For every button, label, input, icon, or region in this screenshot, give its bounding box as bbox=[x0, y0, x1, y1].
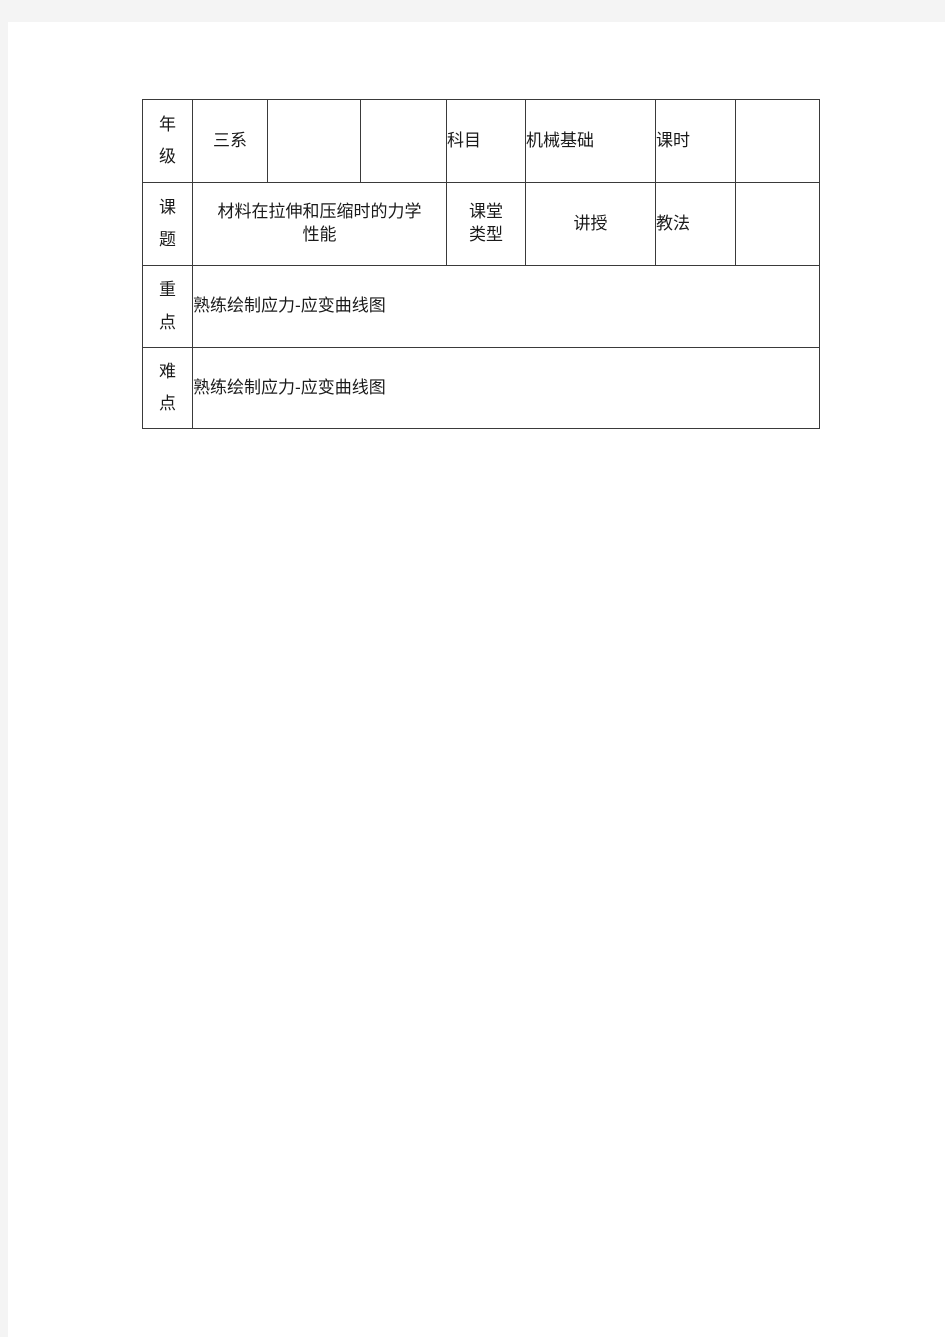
topic-value-cell[interactable]: 材料在拉伸和压缩时的力学 性能 bbox=[192, 182, 447, 266]
teaching-method-value-cell[interactable] bbox=[735, 182, 820, 266]
page-sheet: 年 级 三系 科目 机械基础 课时 课 题 材料在拉伸和压缩时的力学 性能 课堂… bbox=[8, 22, 945, 1337]
subject-value-cell[interactable]: 机械基础 bbox=[525, 99, 656, 183]
class-type-label-cell: 课堂 类型 bbox=[446, 182, 526, 266]
class-type-label-line-1: 课堂 bbox=[469, 202, 503, 223]
topic-value-line-1: 材料在拉伸和压缩时的力学 bbox=[217, 202, 422, 223]
grade-label-char-1: 年 bbox=[159, 114, 176, 135]
topic-label-char-2: 题 bbox=[159, 230, 176, 250]
subject-label-cell: 科目 bbox=[446, 99, 526, 183]
class-type-value-cell[interactable]: 讲授 bbox=[525, 182, 656, 266]
difficulty-value-cell[interactable]: 熟练绘制应力-应变曲线图 bbox=[192, 347, 820, 429]
table-row-topic: 课 题 材料在拉伸和压缩时的力学 性能 课堂 类型 讲授 教法 bbox=[142, 182, 820, 266]
difficulty-label-char-2: 点 bbox=[159, 394, 176, 414]
grade-extra-cell-2[interactable] bbox=[360, 99, 447, 183]
lesson-plan-table: 年 级 三系 科目 机械基础 课时 课 题 材料在拉伸和压缩时的力学 性能 课堂… bbox=[142, 99, 820, 429]
teaching-method-label-cell: 教法 bbox=[655, 182, 736, 266]
difficulty-label-char-1: 难 bbox=[159, 361, 176, 382]
period-label-cell: 课时 bbox=[655, 99, 736, 183]
difficulty-label-cell: 难 点 bbox=[142, 347, 193, 429]
topic-label-char-1: 课 bbox=[159, 197, 176, 218]
class-type-label-line-2: 类型 bbox=[469, 225, 503, 245]
key-point-value-cell[interactable]: 熟练绘制应力-应变曲线图 bbox=[192, 265, 820, 348]
grade-label-char-2: 级 bbox=[159, 147, 176, 167]
period-value-cell[interactable] bbox=[735, 99, 820, 183]
table-row-grade: 年 级 三系 科目 机械基础 课时 bbox=[142, 99, 820, 183]
key-point-label-char-2: 点 bbox=[159, 312, 176, 333]
grade-value-cell[interactable]: 三系 bbox=[192, 99, 268, 183]
table-row-difficulty: 难 点 熟练绘制应力-应变曲线图 bbox=[142, 347, 820, 429]
topic-label-cell: 课 题 bbox=[142, 182, 193, 266]
key-point-label-char-1: 重 bbox=[159, 280, 176, 301]
topic-value-line-2: 性能 bbox=[302, 225, 337, 245]
key-point-label-cell: 重 点 bbox=[142, 265, 193, 348]
grade-extra-cell-1[interactable] bbox=[267, 99, 361, 183]
grade-label-cell: 年 级 bbox=[142, 99, 193, 183]
table-row-key-point: 重 点 熟练绘制应力-应变曲线图 bbox=[142, 265, 820, 348]
